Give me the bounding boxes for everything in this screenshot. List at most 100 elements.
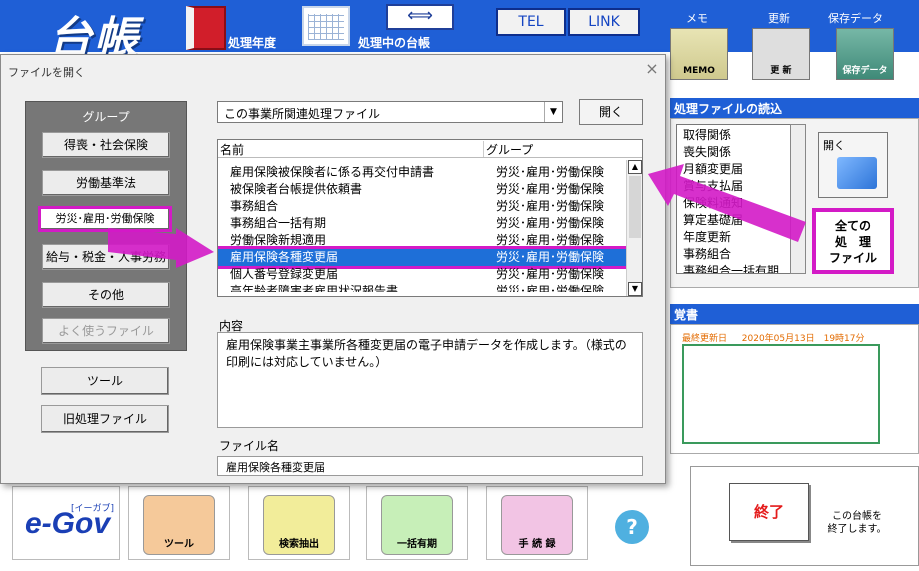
- swap-arrows-button[interactable]: ⟺: [386, 4, 454, 30]
- column-header-name[interactable]: 名前: [220, 141, 484, 157]
- read-file-list[interactable]: 取得関係 喪失関係 月額変更届 賞与支払届 保険料通知 算定基礎届 年度更新 事…: [676, 124, 806, 274]
- all-files-button[interactable]: 全ての 処 理 ファイル: [812, 208, 894, 274]
- open-folder-button[interactable]: 開く: [818, 132, 888, 198]
- close-icon[interactable]: ×: [641, 59, 663, 79]
- search-icon: 検索抽出: [263, 495, 335, 555]
- fiscal-year-label: 処理年度: [228, 36, 277, 50]
- list-item[interactable]: 年度更新: [683, 229, 805, 246]
- list-item[interactable]: 保険料通知: [683, 195, 805, 212]
- row-name: 事務組合一括有期: [230, 216, 327, 230]
- table-row[interactable]: 事務組合一括有期 労災･雇用･労働保険: [218, 215, 626, 232]
- memo-textarea[interactable]: [682, 344, 880, 444]
- shovel-icon: 一括有期: [381, 495, 453, 555]
- list-item[interactable]: 算定基礎届: [683, 212, 805, 229]
- save-data-label: 保存データ: [828, 12, 883, 25]
- row-group: 労災･雇用･労働保険: [496, 233, 605, 247]
- group-button-labor-standards[interactable]: 労働基準法: [42, 170, 170, 196]
- group-button-other[interactable]: その他: [42, 282, 170, 308]
- group-heading: グループ: [82, 110, 130, 124]
- update-icon[interactable]: 更 新: [752, 28, 810, 80]
- column-header-group[interactable]: グループ: [486, 141, 533, 158]
- old-files-button[interactable]: 旧処理ファイル: [41, 405, 169, 433]
- chevron-down-icon[interactable]: ▼: [544, 102, 562, 122]
- table-row[interactable]: 事務組合 労災･雇用･労働保険: [218, 198, 626, 215]
- update-icon-caption: 更 新: [770, 66, 792, 76]
- group-button-social-insurance[interactable]: 得喪・社会保険: [42, 132, 170, 158]
- list-item[interactable]: 事務組合一括有期: [683, 263, 805, 273]
- file-name-field[interactable]: 雇用保険各種変更届: [217, 456, 643, 476]
- tool-button[interactable]: ツール: [41, 367, 169, 395]
- table-row[interactable]: 高年齢者障害者雇用状況報告書 労災･雇用･労働保険: [218, 283, 626, 292]
- folder-icon: [837, 157, 877, 189]
- memo-icon-caption: MEMO: [683, 66, 715, 76]
- exit-note: この台帳を 終了します。: [822, 510, 892, 536]
- all-files-line-3: ファイル: [828, 251, 877, 265]
- update-label: 更新: [768, 12, 790, 25]
- exit-button[interactable]: 終了: [729, 483, 809, 541]
- read-panel-title: 処理ファイルの読込: [670, 98, 919, 118]
- dialog-title: ファイルを開く: [8, 66, 85, 79]
- egov-button[interactable]: [イーガブ] e-Gov: [12, 486, 120, 560]
- file-filter-value: この事業所関連処理ファイル: [224, 107, 381, 121]
- tool-tile-button[interactable]: ツール: [128, 486, 230, 560]
- memo-icon[interactable]: MEMO: [670, 28, 728, 80]
- list-item[interactable]: 喪失関係: [683, 144, 805, 161]
- row-group: 労災･雇用･労働保険: [496, 165, 605, 179]
- row-group: 労災･雇用･労働保険: [496, 216, 605, 230]
- table-row[interactable]: 被保険者台帳提供依頼書 労災･雇用･労働保険: [218, 181, 626, 198]
- last-update-label: 最終更新日: [682, 334, 728, 344]
- all-files-line-1: 全ての: [834, 219, 871, 233]
- table-row[interactable]: 労働保険新規適用 労災･雇用･労働保険: [218, 232, 626, 249]
- procedure-record-button[interactable]: 手 続 録: [486, 486, 588, 560]
- open-button[interactable]: 開く: [579, 99, 643, 125]
- list-item[interactable]: 月額変更届: [683, 161, 805, 178]
- tel-button[interactable]: TEL: [496, 8, 566, 36]
- table-row-selected[interactable]: 雇用保険各種変更届 労災･雇用･労働保険: [218, 246, 626, 269]
- link-button[interactable]: LINK: [568, 8, 640, 36]
- table-row[interactable]: 雇用保険被保険者に係る再交付申請書 労災･雇用･労働保険: [218, 164, 626, 181]
- all-files-line-2: 処 理: [834, 235, 871, 249]
- calendar-icon[interactable]: [302, 6, 350, 46]
- row-name: 個人番号登録変更届: [230, 267, 339, 281]
- last-update-value: 2020年05月13日 19時17分: [741, 334, 865, 344]
- exit-note-line: この台帳を: [832, 511, 882, 522]
- group-panel: グループ 得喪・社会保険 労働基準法 労災･雇用･労働保険 給与・税金・人事労務…: [25, 101, 187, 351]
- row-group: 労災･雇用･労働保険: [496, 199, 605, 213]
- row-group: 労災･雇用･労働保険: [496, 267, 605, 281]
- row-name: 高年齢者障害者雇用状況報告書: [230, 284, 399, 292]
- row-name: 被保険者台帳提供依頼書: [230, 182, 363, 196]
- scroll-thumb[interactable]: [629, 176, 641, 238]
- file-list-scrollbar[interactable]: ▲ ▼: [626, 160, 642, 296]
- help-icon[interactable]: ?: [615, 510, 649, 544]
- table-row[interactable]: 個人番号登録変更届 労災･雇用･労働保険: [218, 266, 626, 283]
- list-item[interactable]: 事務組合: [683, 246, 805, 263]
- bulk-fixed-term-button[interactable]: 一括有期: [366, 486, 468, 560]
- file-filter-select[interactable]: この事業所関連処理ファイル ▼: [217, 101, 563, 123]
- scroll-up-icon[interactable]: ▲: [628, 160, 642, 174]
- group-button-labor-insurance[interactable]: 労災･雇用･労働保険: [38, 206, 172, 232]
- bulk-tile-label: 一括有期: [397, 539, 437, 550]
- procedure-book-icon: 手 続 録: [501, 495, 573, 555]
- exit-note-line: 終了します。: [827, 524, 887, 535]
- group-button-favorites[interactable]: よく使うファイル: [42, 318, 170, 344]
- procedure-tile-label: 手 続 録: [518, 539, 556, 550]
- tool-icon: ツール: [143, 495, 215, 555]
- open-folder-label: 開く: [823, 139, 845, 152]
- scroll-down-icon[interactable]: ▼: [628, 282, 642, 296]
- list-item[interactable]: 取得関係: [683, 127, 805, 144]
- fiscal-year-book-icon[interactable]: [186, 6, 226, 50]
- list-item[interactable]: 賞与支払届: [683, 178, 805, 195]
- memo-label: メモ: [686, 12, 708, 25]
- tool-tile-label: ツール: [164, 539, 194, 550]
- save-data-icon[interactable]: 保存データ: [836, 28, 894, 80]
- memo-panel-title: 覚書: [670, 304, 919, 324]
- search-extract-button[interactable]: 検索抽出: [248, 486, 350, 560]
- egov-logo: e-Gov: [25, 507, 111, 540]
- row-name: 雇用保険各種変更届: [230, 250, 339, 264]
- search-tile-label: 検索抽出: [279, 539, 319, 550]
- file-list[interactable]: 名前 グループ 雇用保険被保険者に係る再交付申請書 労災･雇用･労働保険 被保険者…: [217, 139, 643, 297]
- current-ledger-label: 処理中の台帳: [358, 36, 431, 50]
- group-button-payroll-tax-hr[interactable]: 給与・税金・人事労務: [42, 244, 170, 270]
- read-list-scrollbar[interactable]: [790, 124, 806, 274]
- row-name: 雇用保険被保険者に係る再交付申請書: [230, 165, 435, 179]
